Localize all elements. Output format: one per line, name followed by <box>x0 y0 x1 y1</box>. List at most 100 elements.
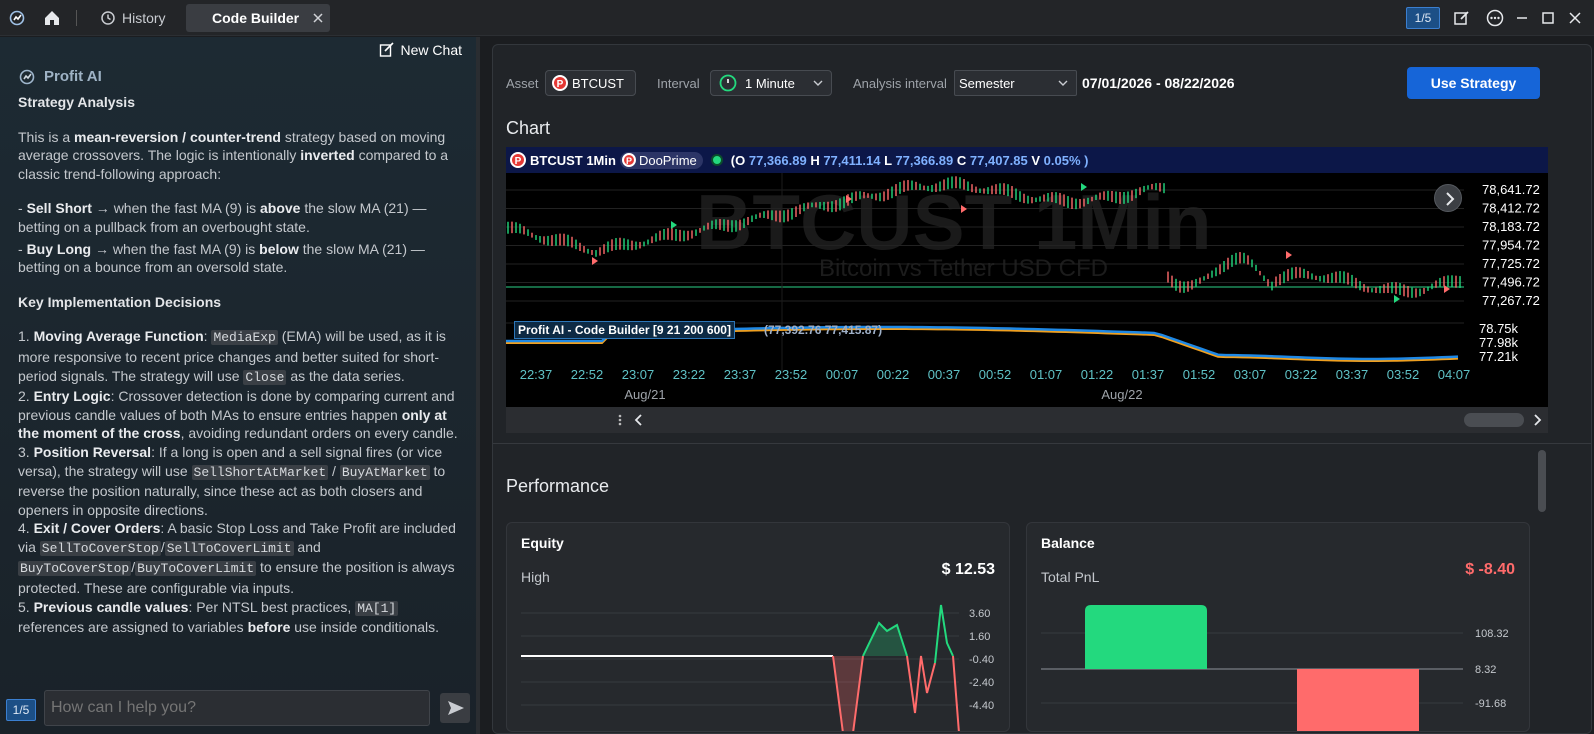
scroll-right-button[interactable] <box>1434 184 1462 212</box>
tab-code-builder[interactable]: Code Builder <box>186 4 330 32</box>
close-icon[interactable] <box>312 12 324 24</box>
equity-tick: 3.60 <box>969 608 990 620</box>
balance-metric-label: Total PnL <box>1041 569 1100 585</box>
broker-badge: P DooPrime <box>619 151 703 169</box>
broker-icon: P <box>621 153 636 167</box>
time-tick: 23:37 <box>724 367 757 382</box>
decision-5: 5. Previous candle values: Per NTSL best… <box>18 598 440 636</box>
price-chart[interactable]: P BTCUST 1Min P DooPrime (O 77,366.89 H 7… <box>506 147 1548 407</box>
date-tick: Aug/22 <box>1101 387 1142 402</box>
heading: Strategy Analysis <box>18 94 135 110</box>
time-tick: 03:07 <box>1234 367 1267 382</box>
title-bar: History Code Builder 1/5 <box>0 0 1594 36</box>
price-tick: 77,267.72 <box>1482 293 1540 308</box>
chart-symbol: BTCUST 1Min <box>530 152 616 168</box>
price-tick: 77,496.72 <box>1482 275 1540 290</box>
time-tick: 22:52 <box>571 367 604 382</box>
drag-handle-icon[interactable] <box>616 413 624 427</box>
decision-1: 1. Moving Average Function: MediaExp (EM… <box>18 328 446 385</box>
balance-title: Balance <box>1041 535 1095 551</box>
input-page-badge[interactable]: 1/5 <box>6 699 36 721</box>
interval-label: Interval <box>657 76 700 91</box>
equity-loss-line-3 <box>952 655 960 731</box>
indicator-tick: 77.21k <box>1479 349 1519 364</box>
new-chat-button[interactable]: New Chat <box>379 42 462 58</box>
interval-select[interactable]: 1 Minute <box>710 70 832 96</box>
send-button[interactable] <box>440 693 470 723</box>
signal-marker <box>961 205 967 213</box>
analysis-interval-select[interactable]: Semester <box>954 70 1077 96</box>
chart-scrollbar-thumb[interactable] <box>1464 413 1524 427</box>
candles <box>507 176 1461 298</box>
performance-scrollbar[interactable] <box>1538 450 1546 512</box>
sell-short-rule: - Sell Short → when the fast MA (9) is a… <box>18 200 427 235</box>
live-status-icon <box>710 154 723 166</box>
page-badge[interactable]: 1/5 <box>1406 7 1440 29</box>
chart-scroll-bar <box>506 407 1548 433</box>
balance-metric-value: $ -8.40 <box>1465 561 1515 578</box>
scroll-right-icon[interactable] <box>1532 414 1542 426</box>
time-tick: 01:07 <box>1030 367 1063 382</box>
balance-gain-bar <box>1085 605 1207 669</box>
history-icon <box>101 11 115 25</box>
decision-4: 4. Exit / Cover Orders: A basic Stop Los… <box>18 520 456 597</box>
time-tick: 00:22 <box>877 367 910 382</box>
time-tick: 00:07 <box>826 367 859 382</box>
use-strategy-button[interactable]: Use Strategy <box>1407 67 1540 99</box>
home-icon[interactable] <box>42 8 62 28</box>
equity-chart: 3.60 1.60 -0.40 -2.40 -4.40 <box>521 604 994 731</box>
time-tick: 23:07 <box>622 367 655 382</box>
time-tick: 23:22 <box>673 367 706 382</box>
date-range[interactable]: 07/01/2026 - 08/22/2026 <box>1082 75 1235 91</box>
decisions-heading: Key Implementation Decisions <box>18 293 222 310</box>
chat-panel: New Chat Profit AI Strategy Analysis Thi… <box>0 37 480 734</box>
clock-icon <box>719 74 737 92</box>
tab-label: Code Builder <box>212 10 300 26</box>
tab-label: History <box>122 10 166 26</box>
performance-title: Performance <box>506 476 610 496</box>
asset-label: Asset <box>506 76 539 91</box>
assistant-name: Profit AI <box>44 67 102 85</box>
edit-icon[interactable] <box>1452 8 1472 28</box>
equity-tick: -4.40 <box>969 700 994 712</box>
equity-tick: 1.60 <box>969 631 990 643</box>
balance-tick: -91.68 <box>1475 698 1506 710</box>
analysis-interval-value: Semester <box>959 75 1015 91</box>
equity-loss-line-2 <box>906 655 936 714</box>
asset-symbol-icon: P <box>552 75 568 91</box>
chart-plot: 78,641.72 78,412.72 78,183.72 77,954.72 77,7… <box>506 173 1548 407</box>
profit-ai-icon <box>19 69 35 85</box>
balance-tick: 8.32 <box>1475 664 1496 676</box>
time-tick: 22:37 <box>520 367 553 382</box>
send-icon <box>448 701 464 715</box>
decision-2: 2. Entry Logic: Crossover detection is d… <box>18 388 458 442</box>
close-window-icon[interactable] <box>1565 8 1585 28</box>
buy-long-rule: - Buy Long → when the fast MA (9) is bel… <box>18 240 425 276</box>
asset-select[interactable]: P BTCUST <box>545 70 636 96</box>
more-icon[interactable] <box>1485 8 1505 28</box>
tab-history[interactable]: History <box>94 4 178 32</box>
date-tick: Aug/21 <box>624 387 665 402</box>
chevron-down-icon <box>813 80 823 86</box>
chevron-down-icon <box>1058 80 1068 86</box>
maximize-icon[interactable] <box>1538 8 1558 28</box>
equity-card: Equity High $ 12.53 3.60 1.60 -0.40 -2.40 -4… <box>506 522 1010 732</box>
new-chat-label: New Chat <box>400 42 462 58</box>
time-tick: 01:37 <box>1132 367 1165 382</box>
chart-section-title: Chart <box>506 118 551 138</box>
scroll-left-icon[interactable] <box>634 414 644 426</box>
balance-chart: 108.32 8.32 -91.68 <box>1041 605 1509 731</box>
signal-marker <box>1286 251 1292 259</box>
equity-metric-label: High <box>521 569 550 585</box>
time-tick: 01:52 <box>1183 367 1216 382</box>
time-tick: 03:22 <box>1285 367 1318 382</box>
chat-input-bar: 1/5 <box>0 687 476 727</box>
time-tick: 00:37 <box>928 367 961 382</box>
minimize-icon[interactable] <box>1512 8 1532 28</box>
indicator-label: Profit AI - Code Builder [9 21 200 600] <box>514 321 735 339</box>
intro-paragraph: This is a mean-reversion / counter-trend… <box>18 128 449 182</box>
signal-marker <box>1444 285 1450 293</box>
chat-input[interactable] <box>44 690 430 726</box>
interval-value: 1 Minute <box>745 75 795 91</box>
strategy-panel: Asset P BTCUST Interval 1 Minute Analysi… <box>492 44 1592 734</box>
